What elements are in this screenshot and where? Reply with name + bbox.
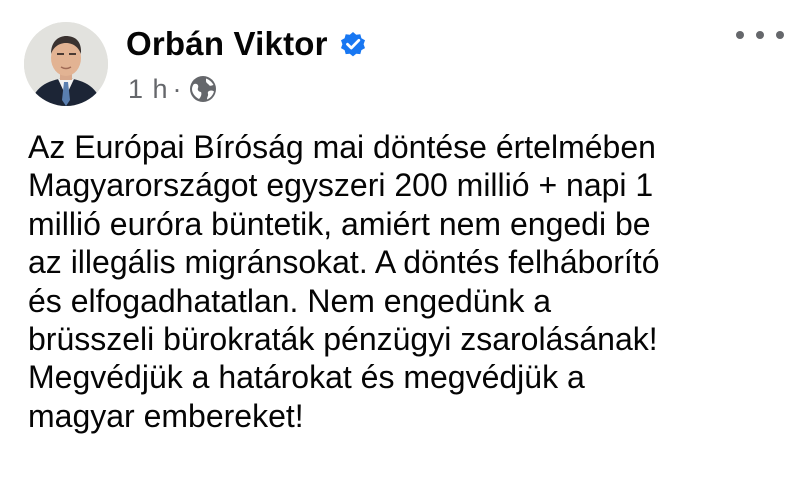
- post-timestamp[interactable]: 1 h: [128, 74, 169, 105]
- facebook-post: Orbán Viktor 1 h · Az Európai Bíróság ma…: [0, 0, 800, 499]
- meta-separator: ·: [172, 73, 182, 104]
- avatar-photo: [24, 22, 108, 106]
- more-options-icon[interactable]: [736, 22, 784, 48]
- post-text-line: Az Európai Bíróság mai döntése értelmébe…: [28, 129, 656, 165]
- post-body: Az Európai Bíróság mai döntése értelmébe…: [28, 128, 788, 435]
- more-dot: [736, 31, 744, 39]
- post-meta: 1 h ·: [128, 72, 218, 106]
- author-name[interactable]: Orbán Viktor: [126, 25, 328, 63]
- more-dot: [756, 31, 764, 39]
- post-text-line: brüsszeli bürokraták pénzügyi zsarolásán…: [28, 321, 658, 358]
- verified-badge-icon: [338, 29, 368, 59]
- author-avatar[interactable]: [24, 22, 108, 106]
- post-text-line: millió euróra büntetik, amiért nem enged…: [28, 205, 651, 242]
- post-text-line: az illegális migránsokat. A döntés felhá…: [28, 244, 660, 281]
- more-dot: [776, 31, 784, 39]
- post-text-line: Magyarországot egyszeri 200 millió + nap…: [28, 167, 654, 204]
- author-header: Orbán Viktor: [126, 22, 368, 66]
- globe-icon[interactable]: [188, 74, 218, 104]
- post-text-line: és elfogadhatatlan. Nem engedünk a: [28, 282, 552, 319]
- post-text-line: magyar embereket!: [28, 397, 304, 434]
- post-text-line: Megvédjük a határokat és megvédjük a: [28, 359, 585, 396]
